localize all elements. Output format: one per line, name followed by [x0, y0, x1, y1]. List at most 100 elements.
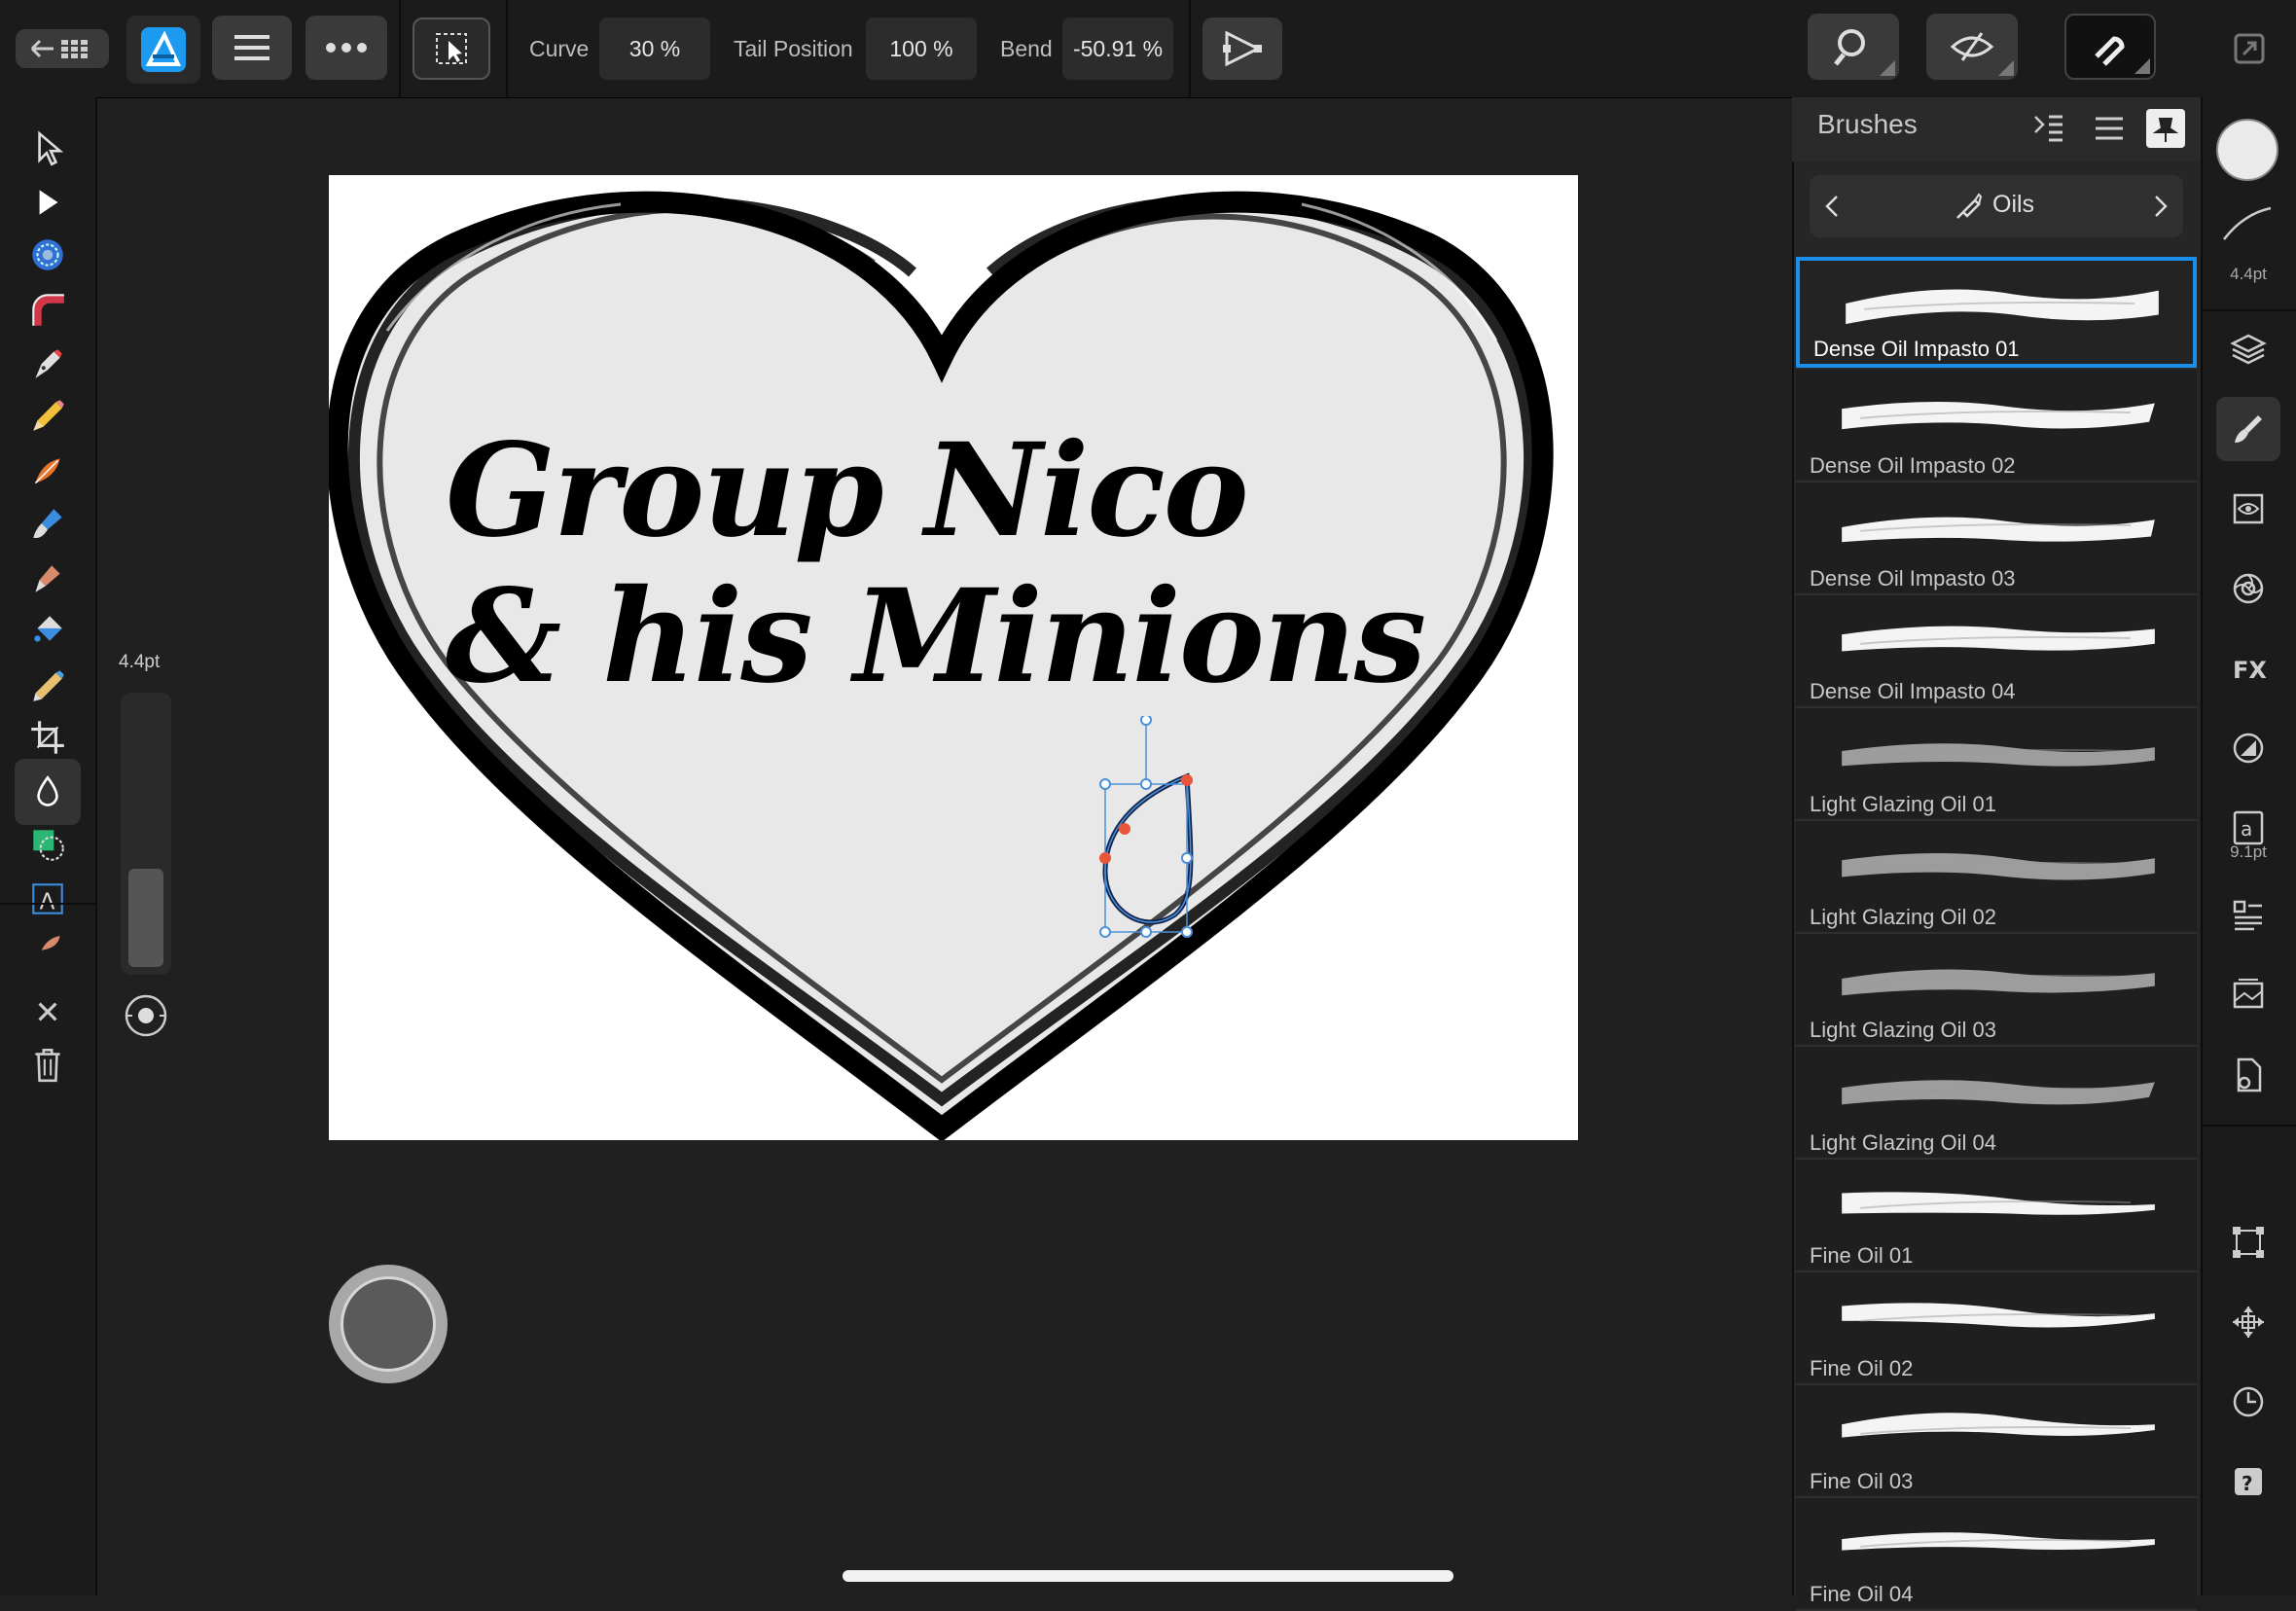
curve-field[interactable]: 30 %	[599, 18, 710, 80]
brush-size-slider-fill	[128, 869, 163, 967]
stroke-preview[interactable]	[2220, 204, 2275, 248]
brushes-studio-button[interactable]	[2216, 397, 2280, 461]
layers-studio-button[interactable]	[2216, 317, 2280, 381]
brush-preset-item[interactable]: Dense Oil Impasto 02	[1796, 370, 2197, 483]
delete-button[interactable]	[15, 1031, 81, 1097]
convert-curves-icon	[1223, 30, 1262, 67]
brush-preset-item[interactable]: Light Glazing Oil 04	[1796, 1047, 2197, 1160]
crop-icon	[31, 721, 64, 754]
collapse-list-icon	[2034, 115, 2063, 142]
curve-label: Curve	[529, 36, 590, 61]
brush-preset-item[interactable]: Fine Oil 01	[1796, 1160, 2197, 1272]
brush-stroke-preview	[1842, 401, 2155, 430]
teardrop-shape-selected[interactable]	[1086, 716, 1202, 949]
fullscreen-button[interactable]	[2220, 21, 2278, 76]
help-button[interactable]: ?	[2216, 1450, 2280, 1514]
top-toolbar: Curve 30 % Tail Position 100 % Bend -50.…	[0, 0, 1792, 98]
brush-preset-name: Dense Oil Impasto 04	[1810, 679, 2016, 703]
shapes-icon	[33, 830, 64, 861]
place-image-tool[interactable]	[15, 916, 81, 955]
panel-view-button[interactable]	[2090, 109, 2129, 153]
selection-box-button[interactable]	[413, 18, 490, 80]
brush-preset-name: Fine Oil 02	[1810, 1356, 1914, 1380]
brush-preset-name: Light Glazing Oil 03	[1810, 1018, 1996, 1042]
text-frame-icon: A	[32, 883, 63, 915]
expand-icon	[2234, 33, 2265, 64]
more-button[interactable]	[305, 16, 387, 80]
navigator-studio-button[interactable]	[2216, 883, 2280, 948]
brush-preset-item[interactable]: Fine Oil 03	[1796, 1385, 2197, 1498]
prev-category-button[interactable]	[1821, 191, 1845, 227]
menu-button[interactable]	[212, 16, 292, 80]
list-icon	[2096, 117, 2123, 140]
list-layout-icon	[2233, 900, 2262, 931]
brush-preset-item[interactable]: Fine Oil 02	[1796, 1272, 2197, 1385]
pencil-icon	[33, 400, 64, 431]
brush-preset-name: Fine Oil 04	[1810, 1582, 1914, 1606]
slider-mode-toggle[interactable]	[119, 988, 173, 1043]
appearance-studio-button[interactable]	[2216, 477, 2280, 541]
stroke-curve-icon	[2223, 206, 2272, 240]
pointer-filled-icon	[39, 190, 58, 215]
ellipsis-icon	[326, 43, 367, 53]
trash-icon	[35, 1048, 60, 1083]
brush-preset-name: Light Glazing Oil 02	[1810, 905, 1996, 929]
vector-brush-icon	[34, 458, 60, 484]
svg-text:FX: FX	[2233, 657, 2267, 684]
bend-label: Bend	[1000, 36, 1053, 61]
history-clock-icon	[2233, 1386, 2264, 1417]
brush-preset-item[interactable]: Light Glazing Oil 03	[1796, 934, 2197, 1047]
target-icon	[32, 239, 63, 270]
back-grid-icon	[30, 39, 88, 58]
stock-studio-button[interactable]	[2216, 963, 2280, 1027]
transparency-studio-button[interactable]	[2216, 716, 2280, 780]
document-gear-icon	[2237, 1057, 2262, 1092]
brush-stroke-preview	[1842, 517, 2155, 543]
document-settings-button[interactable]	[2216, 1043, 2280, 1107]
brush-category-icon	[1956, 193, 1983, 219]
affinity-designer-logo-button[interactable]	[126, 16, 200, 84]
quickmask-button[interactable]	[1926, 14, 2018, 80]
brush-preset-item[interactable]: Dense Oil Impasto 04	[1796, 595, 2197, 708]
corner-triangle-icon	[2135, 58, 2150, 74]
pin-panel-button[interactable]	[2146, 109, 2185, 148]
brush-preset-item[interactable]: Light Glazing Oil 02	[1796, 821, 2197, 934]
title-line-2: & his Minions	[446, 561, 1426, 712]
text-style-icon: a	[2233, 810, 2264, 845]
brush-preset-item[interactable]: Fine Oil 04	[1796, 1498, 2197, 1611]
pointer-outline-icon	[38, 130, 64, 166]
document-canvas[interactable]: Group Nico & his Minions	[329, 175, 1578, 1140]
brush-stroke-preview	[1842, 1303, 2155, 1328]
transparency-icon	[2233, 733, 2264, 764]
brush-stroke-preview	[1842, 1532, 2155, 1551]
corner-triangle-icon	[1998, 60, 2014, 76]
convert-to-curves-button[interactable]	[1202, 18, 1282, 80]
home-indicator[interactable]	[843, 1570, 1453, 1582]
tail-position-label: Tail Position	[734, 36, 853, 61]
teardrop-icon	[37, 775, 58, 806]
brush-preset-item[interactable]: Dense Oil Impasto 01	[1796, 257, 2197, 368]
tail-position-field[interactable]: 100 %	[866, 18, 977, 80]
brush-preset-item[interactable]: Dense Oil Impasto 03	[1796, 483, 2197, 595]
transform-studio-button[interactable]	[2216, 1210, 2280, 1274]
brush-stroke-preview	[1842, 852, 2155, 880]
view-mode-button[interactable]	[1808, 14, 1899, 80]
pin-icon	[2152, 118, 2179, 142]
snapping-studio-button[interactable]	[2216, 1290, 2280, 1354]
brush-preset-item[interactable]: Light Glazing Oil 01	[1796, 708, 2197, 821]
title-line-1: Group Nico	[446, 415, 1249, 566]
bend-field[interactable]: -50.91 %	[1062, 18, 1173, 80]
panel-options-button[interactable]	[2029, 109, 2068, 153]
arc-shape-icon	[32, 294, 64, 326]
back-to-documents-button[interactable]	[16, 29, 109, 68]
appearance-icon	[2233, 493, 2264, 524]
gradient-brush-icon	[33, 670, 64, 701]
snapping-button[interactable]	[2064, 14, 2156, 80]
effects-studio-button[interactable]: FX	[2216, 636, 2280, 700]
color-studio-button[interactable]	[2216, 556, 2280, 621]
next-category-button[interactable]	[2148, 191, 2171, 227]
color-swatch[interactable]	[2216, 119, 2278, 181]
chevron-left-icon	[1825, 196, 1838, 217]
title-text-frame[interactable]: Group Nico & his Minions	[446, 418, 1516, 710]
history-studio-button[interactable]	[2216, 1370, 2280, 1434]
